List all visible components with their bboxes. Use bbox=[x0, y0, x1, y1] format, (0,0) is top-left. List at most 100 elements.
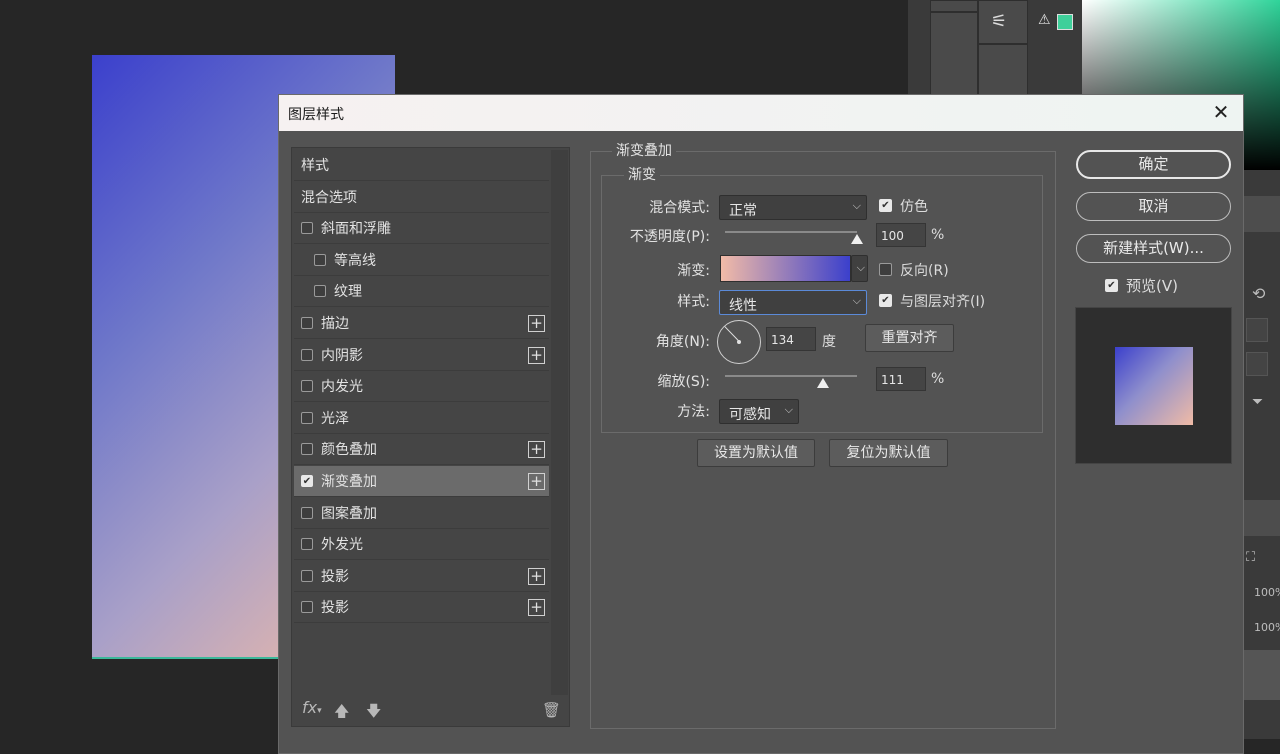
blend-mode-select[interactable]: 正常 ⌵ bbox=[719, 195, 867, 220]
preview-checkbox[interactable]: ✔ bbox=[1105, 279, 1118, 292]
style-list-label: 纹理 bbox=[334, 284, 362, 301]
reverse-checkbox[interactable] bbox=[879, 263, 892, 276]
style-checkbox[interactable] bbox=[301, 317, 313, 329]
styles-list: 样式混合选项斜面和浮雕等高线纹理描边 + 内阴影 + 内发光光泽颜色叠加 + ✔ 渐变叠加 + 图… bbox=[291, 147, 570, 727]
add-effect-icon[interactable]: + bbox=[528, 441, 545, 459]
style-list-item[interactable]: 光泽 bbox=[294, 403, 549, 434]
style-list-label: 图案叠加 bbox=[321, 505, 377, 522]
side-value: 100% bbox=[1254, 621, 1280, 634]
undo-icon[interactable]: ⟲ bbox=[1252, 284, 1265, 303]
opacity-input[interactable]: 100 bbox=[876, 223, 926, 247]
chevron-down-icon: ⌵ bbox=[784, 403, 793, 416]
gradient-picker[interactable] bbox=[720, 255, 851, 282]
new-style-button[interactable]: 新建样式(W)... bbox=[1076, 234, 1231, 263]
style-list-item[interactable]: 纹理 bbox=[294, 276, 549, 308]
style-list-label: 斜面和浮雕 bbox=[321, 221, 391, 238]
style-list-item[interactable]: 颜色叠加 + bbox=[294, 434, 549, 466]
style-list-item[interactable]: 等高线 bbox=[294, 245, 549, 276]
style-label: 样式: bbox=[677, 294, 710, 310]
style-select[interactable]: 线性 ⌵ bbox=[719, 290, 867, 315]
method-label: 方法: bbox=[677, 404, 710, 420]
list-scrollbar[interactable] bbox=[551, 150, 568, 695]
add-effect-icon[interactable]: + bbox=[528, 473, 545, 490]
fx-icon[interactable]: fx▾ bbox=[302, 698, 322, 717]
side-value: 100% bbox=[1254, 586, 1280, 599]
add-effect-icon[interactable]: + bbox=[528, 315, 545, 332]
ok-button[interactable]: 确定 bbox=[1076, 150, 1231, 179]
scale-input[interactable]: 111 bbox=[876, 367, 926, 391]
opacity-slider-thumb[interactable] bbox=[851, 234, 863, 244]
style-checkbox[interactable] bbox=[301, 348, 313, 361]
angle-center-dot bbox=[737, 340, 741, 344]
style-checkbox[interactable]: ✔ bbox=[301, 475, 313, 487]
add-effect-icon[interactable]: + bbox=[528, 346, 545, 364]
add-effect-icon[interactable]: + bbox=[528, 567, 545, 585]
sliders-icon: ⚟ bbox=[991, 11, 1008, 32]
style-checkbox[interactable] bbox=[301, 380, 313, 393]
opacity-slider-track[interactable] bbox=[725, 231, 857, 233]
align-with-layer-checkbox[interactable]: ✔ bbox=[879, 294, 892, 307]
add-effect-icon[interactable]: + bbox=[528, 599, 545, 617]
angle-input[interactable]: 134 bbox=[766, 327, 816, 351]
style-list-item[interactable]: 投影 + bbox=[294, 592, 549, 624]
scale-slider-track[interactable] bbox=[725, 375, 857, 377]
style-list-item[interactable]: 内阴影 + bbox=[294, 340, 549, 371]
style-checkbox[interactable] bbox=[301, 538, 313, 551]
style-list-item[interactable]: 内发光 bbox=[294, 371, 549, 403]
method-value: 可感知 bbox=[729, 407, 771, 423]
layer-style-dialog: 图层样式 ✕ 样式 混合选项 斜面和浮雕 等高线 纹理 描边 + 内阴影 + 内发光 光泽 颜色叠加 +… bbox=[278, 94, 1244, 754]
blend-mode-value: 正常 bbox=[729, 203, 757, 219]
style-list-item[interactable]: 斜面和浮雕 bbox=[294, 213, 549, 245]
style-list-label: 投影 bbox=[321, 600, 349, 617]
trash-icon[interactable]: 🗑 bbox=[542, 701, 561, 719]
reset-align-button[interactable]: 重置对齐 bbox=[865, 324, 954, 352]
warning-icon: ⚠ bbox=[1038, 12, 1051, 28]
style-list-item[interactable]: 样式 bbox=[294, 150, 549, 181]
close-icon[interactable]: ✕ bbox=[1209, 101, 1233, 125]
opacity-percent: % bbox=[931, 227, 945, 243]
style-list-label: 内发光 bbox=[321, 379, 363, 396]
style-list-item[interactable]: ✔ 渐变叠加 + bbox=[294, 466, 549, 497]
panel-field[interactable] bbox=[1246, 318, 1268, 342]
style-list-item[interactable]: 混合选项 bbox=[294, 182, 549, 213]
style-list-label: 内阴影 bbox=[321, 347, 363, 364]
panel-header-strip bbox=[1244, 500, 1280, 536]
panel-field[interactable] bbox=[1246, 352, 1268, 376]
style-list-label: 样式 bbox=[301, 158, 329, 174]
section-title: 渐变叠加 bbox=[612, 140, 676, 160]
style-list-label: 渐变叠加 bbox=[321, 474, 377, 490]
dither-checkbox[interactable]: ✔ bbox=[879, 199, 892, 212]
style-list-item[interactable]: 投影 + bbox=[294, 561, 549, 592]
list-footer: fx▾ 🡅 🡇 🗑 bbox=[292, 692, 569, 726]
style-checkbox[interactable] bbox=[301, 411, 313, 424]
style-list-label: 等高线 bbox=[334, 252, 376, 269]
style-checkbox[interactable] bbox=[314, 253, 326, 266]
style-checkbox[interactable] bbox=[301, 222, 313, 235]
cancel-button[interactable]: 取消 bbox=[1076, 192, 1231, 221]
method-select[interactable]: 可感知 ⌵ bbox=[719, 399, 799, 424]
style-list-item[interactable]: 描边 + bbox=[294, 308, 549, 339]
style-checkbox[interactable] bbox=[301, 601, 313, 614]
style-checkbox[interactable] bbox=[301, 569, 313, 582]
arrow-up-icon[interactable]: 🡅 bbox=[334, 701, 349, 726]
dither-label: 仿色 bbox=[900, 199, 928, 215]
style-list-item[interactable]: 图案叠加 bbox=[294, 498, 549, 529]
make-default-button[interactable]: 设置为默认值 bbox=[697, 439, 815, 467]
scale-percent: % bbox=[931, 371, 945, 387]
reset-default-button[interactable]: 复位为默认值 bbox=[829, 439, 948, 467]
style-checkbox[interactable] bbox=[301, 443, 313, 456]
angle-dial[interactable] bbox=[717, 320, 761, 364]
panel-tool-cell[interactable]: ⚟ bbox=[978, 0, 1028, 44]
arrow-down-icon[interactable]: 🡇 bbox=[366, 701, 381, 726]
gradient-dropdown[interactable]: ⌵ bbox=[851, 255, 868, 282]
color-swatch-icon[interactable] bbox=[1057, 14, 1073, 30]
style-checkbox[interactable] bbox=[314, 285, 326, 298]
blend-mode-label: 混合模式: bbox=[649, 200, 710, 216]
transform-icon[interactable]: ⛶ bbox=[1246, 550, 1255, 565]
style-list-item[interactable]: 外发光 bbox=[294, 529, 549, 561]
panel-header-strip bbox=[1244, 196, 1280, 232]
align-icon[interactable]: ⏷ bbox=[1252, 394, 1263, 410]
scale-slider-thumb[interactable] bbox=[816, 378, 829, 388]
style-list-label: 光泽 bbox=[321, 410, 349, 427]
style-checkbox[interactable] bbox=[301, 506, 313, 519]
